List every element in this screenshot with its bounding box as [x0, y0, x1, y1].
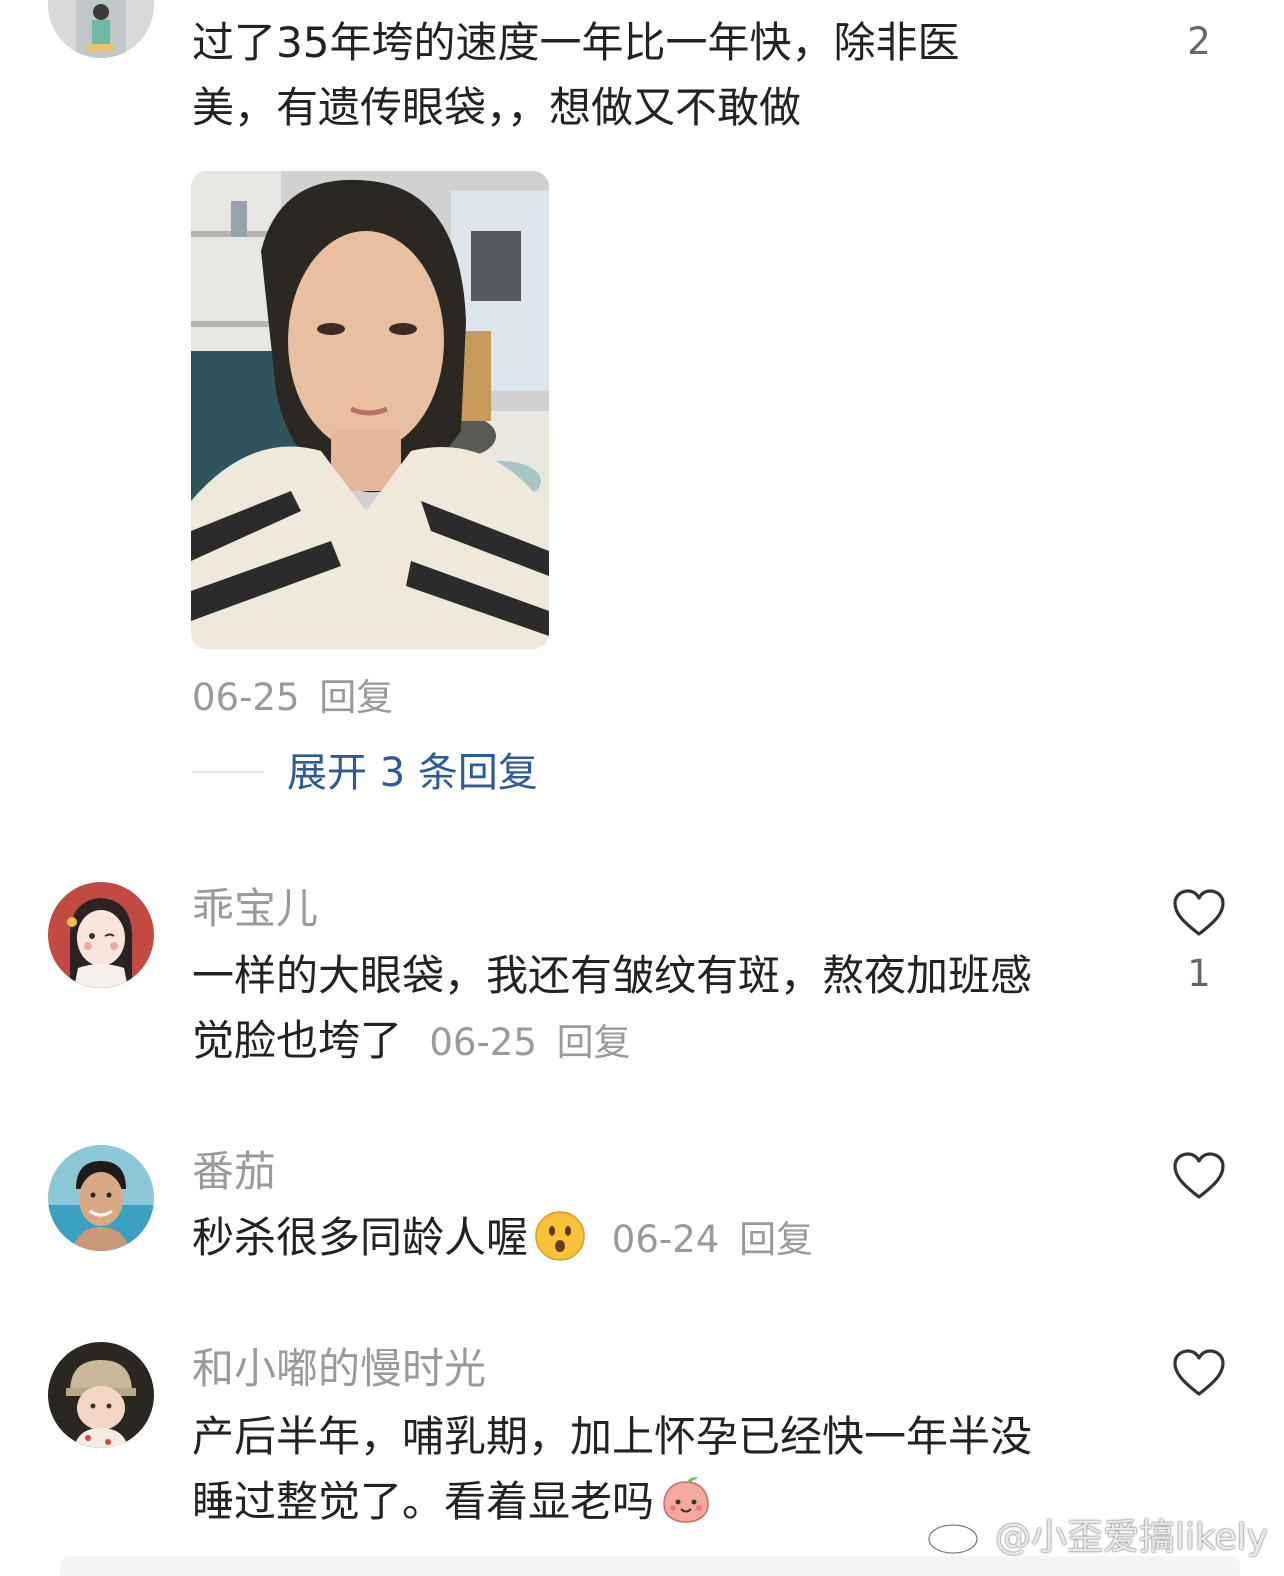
comment-text-line: 产后半年，哺乳期，加上怀孕已经快一年半没 — [192, 1412, 1033, 1461]
comment-date: 06-25 — [192, 676, 300, 719]
comment-date: 06-24 — [611, 1218, 720, 1261]
heart-icon — [1173, 889, 1225, 936]
weibo-logo-icon — [925, 1509, 995, 1557]
watermark-text: @小歪爱搞likely — [994, 1517, 1268, 1558]
comment-meta: 06-25 回复 — [415, 1021, 630, 1064]
comment-text: 一样的大眼袋，我还有皱纹有斑，熬夜加班感 觉脸也垮了 06-25 回复 — [192, 943, 1032, 1075]
bottom-bar — [60, 1556, 1240, 1576]
username[interactable]: 乖宝儿 — [192, 884, 318, 934]
heart-icon — [1173, 1349, 1225, 1396]
reply-button[interactable]: 回复 — [557, 1021, 631, 1064]
like-button[interactable] — [1170, 1348, 1228, 1398]
comment-text-part: 觉脸也垮了 — [192, 1016, 403, 1065]
comment-text: 秒杀很多同龄人喔 06-24 回复 — [192, 1205, 813, 1272]
avatar[interactable] — [48, 1342, 154, 1448]
heart-icon — [1173, 1152, 1225, 1199]
hushed-face-emoji-icon — [534, 1210, 586, 1262]
comment-text: 产后半年，哺乳期，加上怀孕已经快一年半没 睡过整觉了。看着显老吗 — [192, 1404, 1032, 1534]
reply-button[interactable]: 回复 — [319, 676, 393, 719]
comment-text-line: 过了35年垮的速度一年比一年快，除非医 — [192, 18, 960, 67]
expand-replies-button[interactable]: 展开 3 条回复 — [287, 748, 538, 798]
comment-text-part: 秒杀很多同龄人喔 — [192, 1213, 529, 1262]
avatar[interactable] — [48, 1145, 154, 1251]
watermark: @小歪爱搞likely — [925, 1508, 1268, 1560]
like-count: 1 — [1187, 952, 1211, 995]
comment-meta: 06-24 回复 — [592, 1218, 813, 1261]
comment-text-line: 美，有遗传眼袋，，想做又不敢做 — [192, 83, 802, 132]
comment-text-line: 觉脸也垮了 06-25 回复 — [192, 1008, 1032, 1075]
comment-date: 06-25 — [429, 1021, 537, 1064]
like-button[interactable] — [1170, 1151, 1228, 1201]
comment-text: 过了35年垮的速度一年比一年快，除非医 美，有遗传眼袋，，想做又不敢做 — [192, 10, 959, 140]
avatar[interactable] — [48, 0, 154, 58]
like-count: 2 — [1187, 20, 1211, 63]
username[interactable]: 番茄 — [192, 1147, 276, 1197]
comment-text-part: 睡过整觉了。看着显老吗 — [192, 1477, 655, 1526]
divider — [192, 771, 264, 773]
comment-text-line: 一样的大眼袋，我还有皱纹有斑，熬夜加班感 — [192, 951, 1033, 1000]
comment-photo[interactable] — [191, 171, 549, 649]
comment-meta: 06-25 回复 — [192, 668, 393, 728]
peach-face-emoji-icon — [660, 1474, 712, 1526]
reply-button[interactable]: 回复 — [739, 1218, 813, 1261]
comment-text-line: 睡过整觉了。看着显老吗 — [192, 1469, 1032, 1534]
avatar[interactable] — [48, 882, 154, 988]
username[interactable]: 和小嘟的慢时光 — [192, 1344, 486, 1394]
like-button[interactable] — [1170, 888, 1228, 938]
